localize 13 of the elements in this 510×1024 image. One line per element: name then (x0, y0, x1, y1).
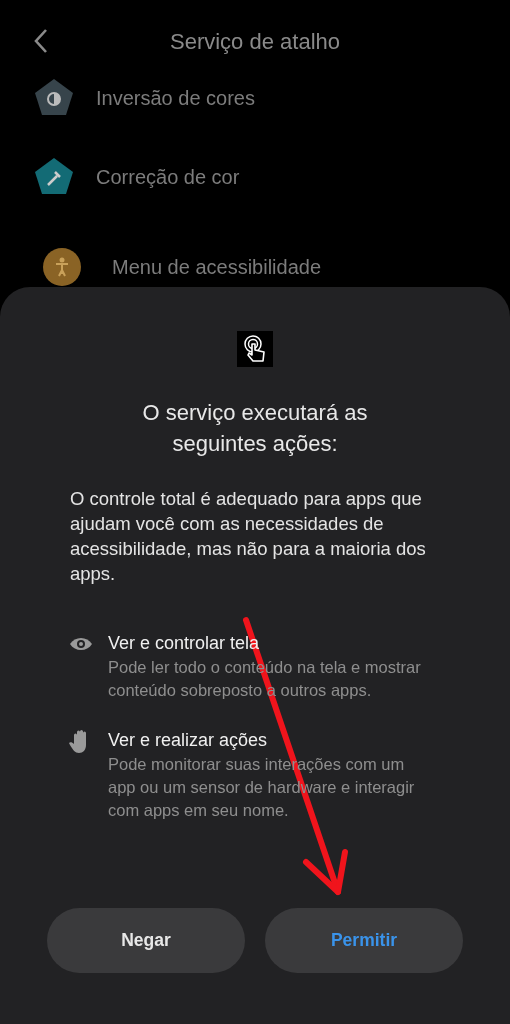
allow-button[interactable]: Permitir (265, 908, 463, 973)
shortcut-icon (34, 157, 74, 197)
dialog-title: O serviço executará as seguintes ações: (141, 399, 369, 458)
shortcut-label[interactable]: Inversão de cores (96, 86, 255, 110)
permission-title: Ver e realizar ações (108, 729, 269, 752)
shortcut-icon (34, 78, 74, 118)
deny-button[interactable]: Negar (47, 908, 245, 973)
shortcut-label[interactable]: Menu de acessibilidade (112, 255, 322, 279)
dialog-message: O controle total é adequado para apps que ajudam você com as necessidades de acessibilidade, mas não para a maioria dos apps. (70, 487, 427, 586)
screen-title: Serviço de atalho (170, 28, 340, 55)
shortcut-label[interactable]: Correção de cor (96, 165, 240, 189)
shortcut-icon (42, 247, 82, 287)
touch-icon (237, 331, 273, 367)
